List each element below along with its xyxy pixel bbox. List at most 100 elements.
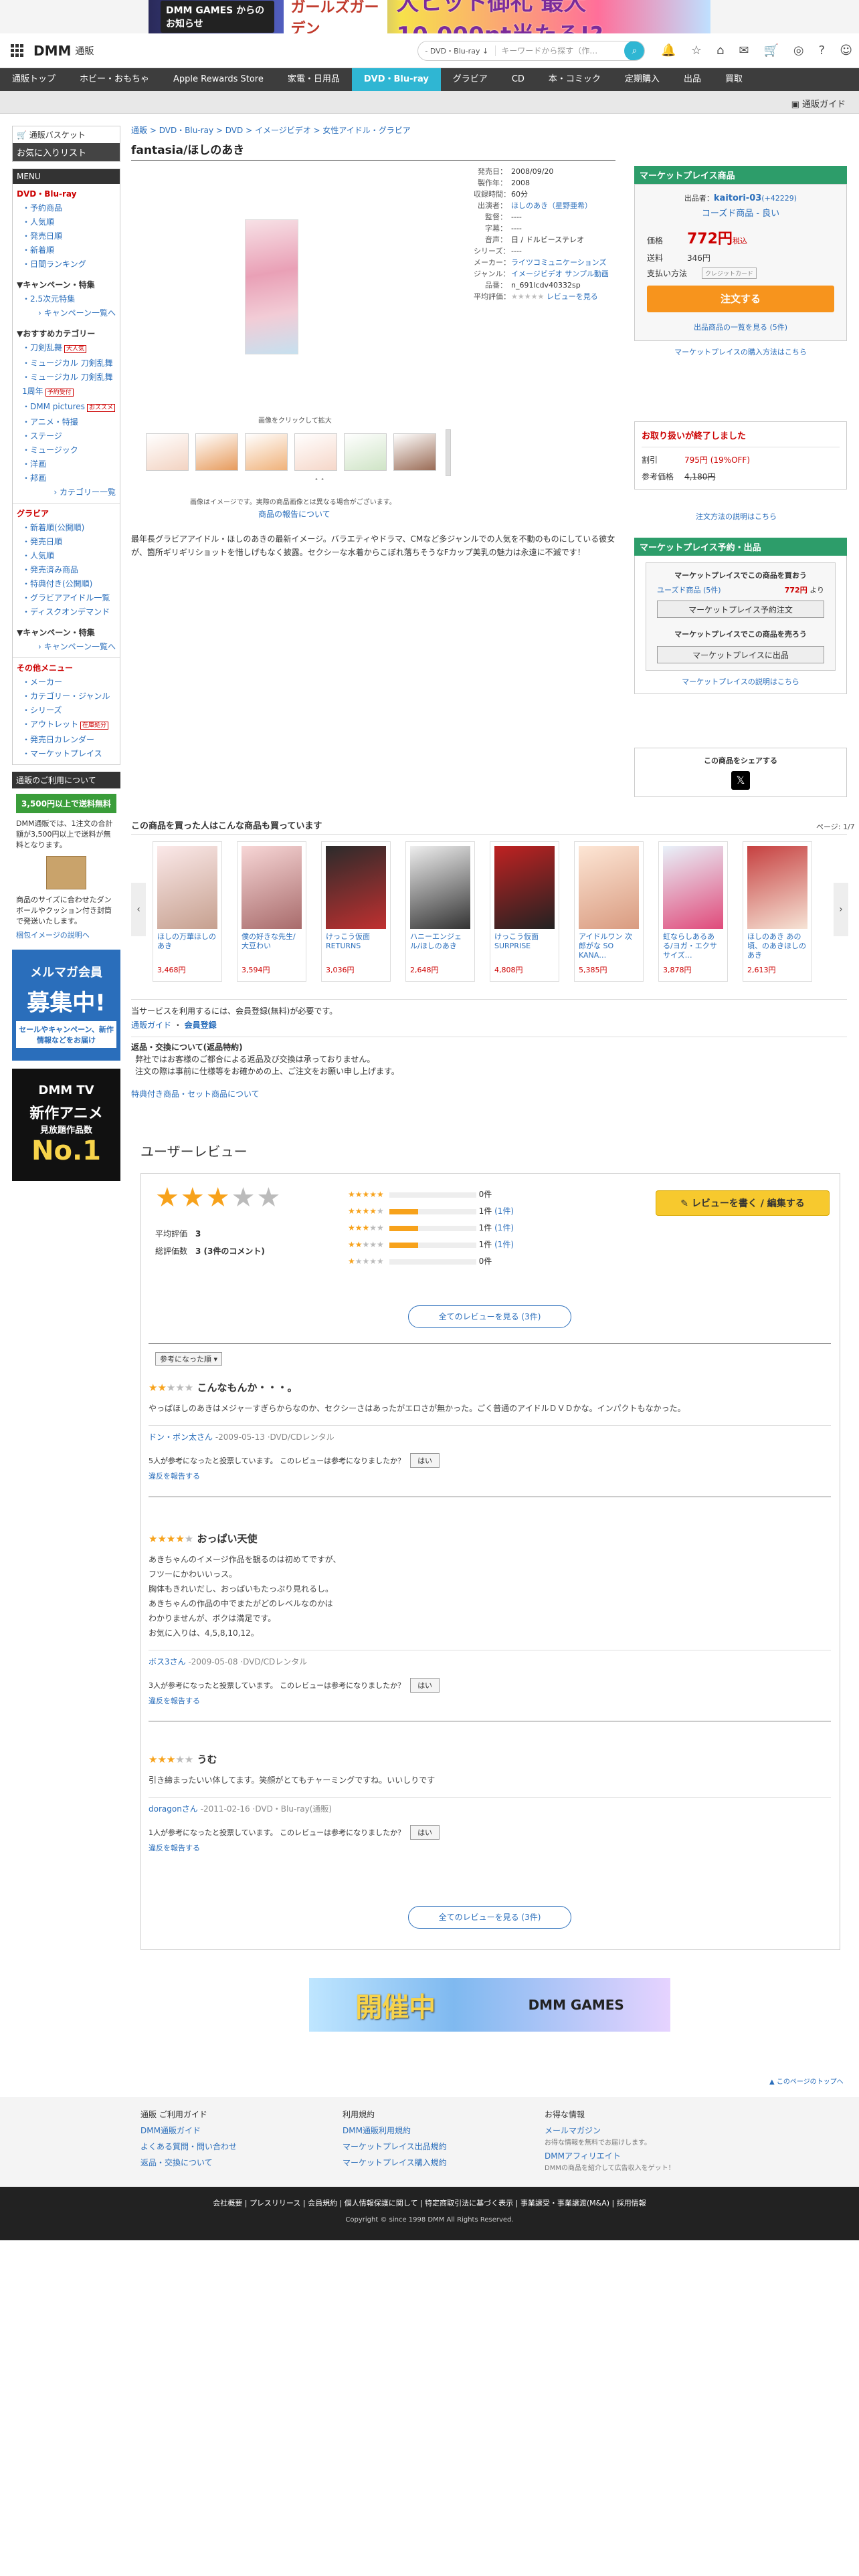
nav-item[interactable]: 家電・日用品 [276, 68, 352, 91]
item-name[interactable]: 虹ならしあるある/ヨガ・エクササイズ… [663, 932, 723, 960]
footer-link[interactable]: DMM通販利用規約 [343, 2123, 447, 2139]
footer-corporate-link[interactable]: 特定商取引法に基づく表示 [425, 2199, 513, 2208]
guide-link[interactable]: ▣ 通販ガイド [791, 97, 846, 110]
item-cover[interactable] [157, 846, 217, 929]
recommend-item[interactable]: ・ミュージカル 刀剣乱舞 [17, 356, 116, 370]
mp-desc-link[interactable]: マーケットプレイスの説明はこちら [646, 676, 836, 687]
logo-sub[interactable]: 通販 [75, 44, 94, 58]
gravure-campaign-more-link[interactable]: › キャンペーン一覧へ [17, 640, 116, 654]
review-author-name[interactable]: ボス3さん [149, 1657, 186, 1667]
footer-link[interactable]: 返品・交換について [140, 2155, 237, 2171]
other-item[interactable]: ・シリーズ [17, 704, 116, 718]
campaign-item[interactable]: ・2.5次元特集 [17, 292, 116, 306]
other-item[interactable]: ・メーカー [17, 675, 116, 689]
product-thumbnail[interactable] [195, 433, 238, 471]
recommend-item[interactable]: ・ミュージック [17, 443, 116, 457]
game-banner-bottom[interactable]: 開催中 DMM GAMES [309, 1978, 670, 2032]
item-cover[interactable] [242, 846, 302, 929]
product-thumbnail[interactable] [245, 433, 288, 471]
item-cover[interactable] [579, 846, 639, 929]
nav-item[interactable]: 定期購入 [613, 68, 672, 91]
breadcrumb-item[interactable]: 通販 [131, 126, 147, 135]
review-link[interactable]: レビューを見る [547, 292, 598, 301]
review-author-name[interactable]: doragonさん [149, 1804, 198, 1814]
recommend-item[interactable]: ・アニメ・特撮 [17, 415, 116, 429]
sort-select[interactable]: 参考になった順 ▾ [155, 1352, 223, 1366]
menu-item[interactable]: ・新着順(公開順) [17, 521, 116, 535]
footer-corporate-link[interactable]: 個人情報保護に関して [345, 2199, 418, 2208]
menu-item[interactable]: ・特典付き(公開順) [17, 577, 116, 591]
report-violation-link[interactable]: 違反を報告する [149, 1471, 831, 1481]
item-cover[interactable] [410, 846, 470, 929]
write-review-button[interactable]: ✎ レビューを書く / 編集する [656, 1190, 830, 1216]
nav-item[interactable]: 出品 [672, 68, 713, 91]
x-share-icon[interactable]: 𝕏 [731, 771, 750, 790]
seller-score[interactable]: (+42229) [761, 194, 797, 203]
menu-item[interactable]: ・人気順 [17, 215, 116, 229]
footer-corporate-link[interactable]: 採用情報 [617, 2199, 646, 2208]
breadcrumb-item[interactable]: イメージビデオ [255, 126, 311, 135]
review-author-name[interactable]: ドン・ボン太さん [149, 1432, 213, 1442]
menu-item[interactable]: ・日間ランキング [17, 257, 116, 272]
order-howto-link[interactable]: 注文方法の説明はこちら [696, 511, 777, 522]
user-icon[interactable]: ☺ [840, 43, 852, 58]
message-icon[interactable]: ✉ [739, 43, 749, 58]
other-item[interactable]: ・アウトレット 在庫処分 [17, 718, 116, 733]
basket-link[interactable]: 🛒 通販バスケット [13, 126, 120, 143]
game-banner[interactable]: DMM GAMES からのお知らせ ガールズガーデン 大ヒット御礼 最大10,0… [149, 0, 710, 49]
footer-corporate-link[interactable]: 会社概要 [213, 2199, 242, 2208]
nav-item[interactable]: 買取 [713, 68, 755, 91]
footer-link[interactable]: マーケットプレイス購入規約 [343, 2155, 447, 2171]
info-value[interactable]: ★★★★★ レビューを見る [511, 291, 628, 302]
campaign-more-link[interactable]: › キャンペーン一覧へ [17, 306, 116, 320]
footer-link[interactable]: よくある質問・問い合わせ [140, 2139, 237, 2155]
item-cover[interactable] [747, 846, 807, 929]
report-link[interactable]: 商品の報告について [258, 508, 330, 520]
item-name[interactable]: ハニーエンジェル/ほしのあき [410, 932, 470, 960]
recommend-item[interactable]: ・ミュージカル 刀剣乱舞 1周年 予約受付 [17, 370, 116, 400]
nav-item[interactable]: CD [500, 68, 537, 91]
returns-link[interactable]: 特典付き商品・セット商品について [131, 1088, 847, 1100]
product-thumbnail[interactable] [393, 433, 436, 471]
other-item[interactable]: ・発売日カレンダー [17, 733, 116, 747]
item-name[interactable]: けっこう仮面 RETURNS [326, 932, 386, 960]
info-value[interactable]: ライツコミュニケーションズ [511, 257, 628, 268]
item-name[interactable]: アイドルワン 次郎がな SO KANA… [579, 932, 639, 960]
listing-link[interactable]: 出品商品の一覧を見る (5件) [647, 322, 834, 332]
footer-corporate-link[interactable]: プレスリリース [250, 2199, 300, 2208]
recommended-item[interactable]: ほしのあき あの頃、のあきほしのあき 2,613円 [743, 841, 812, 982]
recommend-item[interactable]: ・邦画 [17, 471, 116, 486]
menu-item[interactable]: ・新着順 [17, 243, 116, 257]
dmm-logo[interactable]: DMM [33, 43, 71, 59]
recommended-item[interactable]: けっこう仮面 SURPRISE 4,808円 [490, 841, 559, 982]
item-cover[interactable] [663, 846, 723, 929]
order-button[interactable]: 注文する [647, 286, 834, 312]
item-name[interactable]: けっこう仮面 SURPRISE [494, 932, 555, 960]
recommended-item[interactable]: アイドルワン 次郎がな SO KANA… 5,385円 [574, 841, 644, 982]
reserve-order-button[interactable]: マーケットプレイス予約注文 [657, 601, 824, 618]
search-icon[interactable]: ⌕ [624, 41, 645, 60]
cart-icon[interactable]: 🛒 [764, 43, 779, 58]
top-banner[interactable]: DMM GAMES からのお知らせ ガールズガーデン 大ヒット御礼 最大10,0… [0, 0, 859, 49]
helpful-yes-button[interactable]: はい [410, 1453, 440, 1468]
carousel-prev-icon[interactable]: ‹ [131, 883, 146, 936]
menu-item[interactable]: ・ディスクオンデマンド [17, 605, 116, 619]
thumb-scrollbar[interactable] [446, 429, 451, 476]
rating-link[interactable]: (1件) [494, 1240, 514, 1249]
nav-item[interactable]: 本・コミック [537, 68, 613, 91]
search-input[interactable]: キーワードから探す（作… [496, 45, 624, 56]
recommend-item[interactable]: ・ステージ [17, 429, 116, 443]
guide-link-2[interactable]: 通販ガイド [131, 1021, 171, 1030]
footer-corporate-link[interactable]: 事業譲受・事業譲渡(M&A) [520, 2199, 609, 2208]
item-cover[interactable] [326, 846, 386, 929]
breadcrumb-item[interactable]: DVD・Blu-ray [159, 126, 213, 135]
mailmag-banner[interactable]: メルマガ会員 募集中! セールやキャンペーン、新作情報などをお届け [12, 950, 120, 1061]
register-link[interactable]: 会員登録 [185, 1021, 217, 1030]
recommended-item[interactable]: 僕の好きな先生/大豆わい 3,594円 [237, 841, 306, 982]
nav-item[interactable]: Apple Rewards Store [161, 68, 276, 91]
report-violation-link[interactable]: 違反を報告する [149, 1695, 831, 1706]
carousel-next-icon[interactable]: › [834, 883, 848, 936]
item-name[interactable]: ほしの万華ほしのあき [157, 932, 217, 960]
breadcrumb-item[interactable]: DVD [225, 126, 243, 135]
item-cover[interactable] [494, 846, 555, 929]
